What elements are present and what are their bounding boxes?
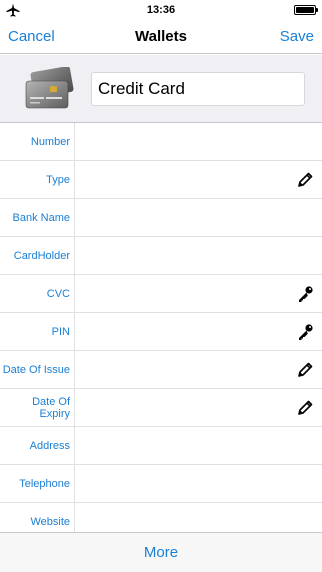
field-value[interactable] xyxy=(80,313,286,351)
field-divider xyxy=(74,275,75,313)
field-divider xyxy=(74,351,75,389)
field-label: Date Of Expiry xyxy=(32,396,70,420)
field-row[interactable]: Address xyxy=(0,427,322,465)
field-row[interactable]: Date Of Expiry xyxy=(0,389,322,427)
field-row[interactable]: Bank Name xyxy=(0,199,322,237)
field-divider xyxy=(74,389,75,427)
wallet-name-input[interactable] xyxy=(91,72,305,106)
field-label: Type xyxy=(46,174,70,186)
status-time: 13:36 xyxy=(146,4,176,16)
credit-card-icon[interactable] xyxy=(22,67,76,111)
field-list: Number Type Bank Name CardHolder CVC PIN Date … xyxy=(0,123,322,532)
field-label: Number xyxy=(30,136,70,148)
field-value[interactable] xyxy=(80,199,286,237)
field-value[interactable] xyxy=(80,237,286,275)
wallet-header xyxy=(0,55,322,123)
field-value[interactable] xyxy=(80,275,286,313)
pencil-icon[interactable] xyxy=(296,361,314,379)
field-divider xyxy=(74,427,75,465)
field-value[interactable] xyxy=(80,465,286,503)
field-row[interactable]: Website xyxy=(0,503,322,532)
field-row[interactable]: Type xyxy=(0,161,322,199)
field-divider xyxy=(74,465,75,503)
field-label: PIN xyxy=(51,326,70,338)
field-label: Website xyxy=(30,516,70,528)
field-row[interactable]: PIN xyxy=(0,313,322,351)
field-divider xyxy=(74,237,75,275)
field-value[interactable] xyxy=(80,351,286,389)
field-value[interactable] xyxy=(80,389,286,427)
field-divider xyxy=(74,313,75,351)
key-icon[interactable] xyxy=(296,285,314,303)
field-label: Telephone xyxy=(19,478,70,490)
field-value[interactable] xyxy=(80,161,286,199)
field-label: CardHolder xyxy=(13,250,70,262)
field-label: Date Of Issue xyxy=(2,364,70,376)
key-icon[interactable] xyxy=(296,323,314,341)
field-divider xyxy=(74,503,75,532)
field-value[interactable] xyxy=(80,503,286,532)
field-row[interactable]: Date Of Issue xyxy=(0,351,322,389)
field-value[interactable] xyxy=(80,427,286,465)
field-divider xyxy=(74,123,75,161)
airplane-icon xyxy=(6,3,20,17)
field-row[interactable]: CardHolder xyxy=(0,237,322,275)
pencil-icon[interactable] xyxy=(296,171,314,189)
field-divider xyxy=(74,199,75,237)
page-title: Wallets xyxy=(135,28,187,45)
field-row[interactable]: CVC xyxy=(0,275,322,313)
pencil-icon[interactable] xyxy=(296,399,314,417)
field-label: Bank Name xyxy=(12,212,70,224)
navigation-bar: Cancel Wallets Save xyxy=(0,20,322,54)
field-row[interactable]: Number xyxy=(0,123,322,161)
cancel-button[interactable]: Cancel xyxy=(8,20,55,54)
field-row[interactable]: Telephone xyxy=(0,465,322,503)
bottom-bar: More xyxy=(0,532,322,572)
field-value[interactable] xyxy=(80,123,286,161)
field-divider xyxy=(74,161,75,199)
battery-icon xyxy=(294,5,318,15)
field-label: CVC xyxy=(46,288,70,300)
field-label: Address xyxy=(29,440,70,452)
save-button[interactable]: Save xyxy=(280,20,314,54)
more-button[interactable]: More xyxy=(144,544,178,561)
status-bar: 13:36 xyxy=(0,0,322,20)
